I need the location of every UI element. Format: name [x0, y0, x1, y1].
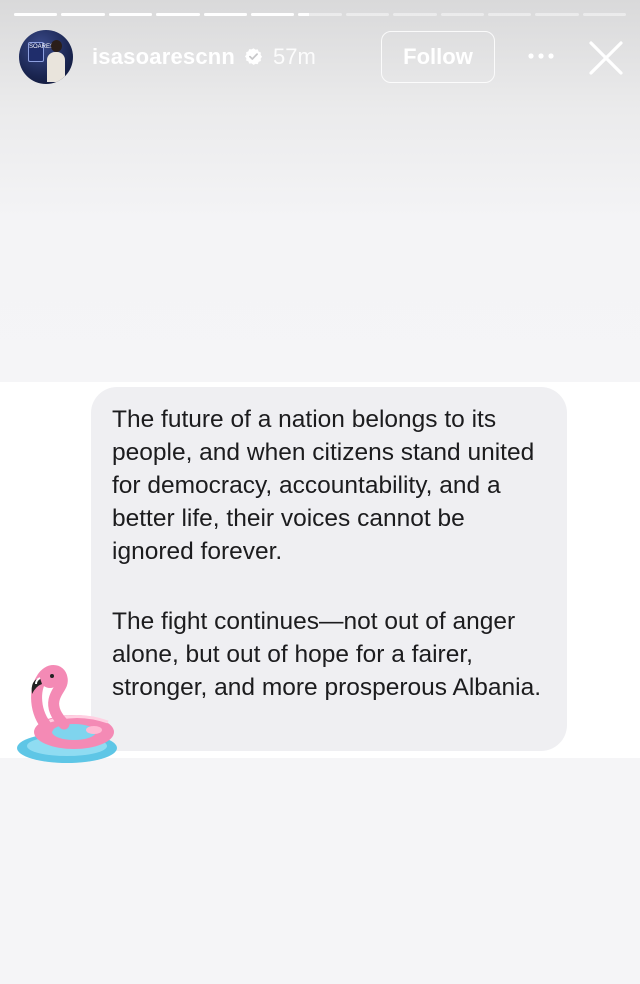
progress-segment — [250, 13, 295, 16]
message-paragraph-1: The future of a nation belongs to its pe… — [112, 406, 535, 565]
progress-segment — [535, 13, 579, 16]
post-time: 57m — [273, 44, 316, 69]
progress-segment-fill — [108, 13, 153, 16]
progress-segment-fill — [156, 13, 200, 16]
follow-button[interactable]: Follow — [381, 31, 495, 83]
progress-segment-fill — [250, 13, 295, 16]
username[interactable]: isasoarescnn — [92, 44, 235, 70]
flamingo-float-sticker[interactable] — [12, 660, 122, 770]
verified-badge-icon — [244, 48, 263, 65]
progress-segment — [440, 13, 484, 16]
avatar[interactable]: SOARES — [19, 30, 73, 84]
story-background-bottom — [0, 758, 640, 984]
progress-segment-fill — [14, 13, 58, 16]
progress-segment — [582, 13, 627, 16]
avatar-person — [47, 40, 65, 82]
progress-segment-fill — [61, 13, 105, 16]
progress-segment — [393, 13, 437, 16]
progress-segment — [345, 13, 390, 16]
message-bubble: The future of a nation belongs to its pe… — [91, 387, 567, 751]
progress-segment — [61, 13, 105, 16]
progress-segment-fill — [203, 13, 247, 16]
progress-segment — [298, 13, 342, 16]
avatar-logo: SOARES — [28, 42, 54, 62]
progress-segment — [14, 13, 58, 16]
message-paragraph-2: The fight continues—not out of anger alo… — [112, 608, 542, 701]
progress-segment — [156, 13, 200, 16]
more-options-icon[interactable] — [526, 46, 556, 66]
story-progress-bar — [14, 13, 627, 17]
progress-segment-fill — [298, 13, 310, 16]
progress-segment — [487, 13, 532, 16]
progress-segment — [108, 13, 153, 16]
progress-segment — [203, 13, 247, 16]
close-icon[interactable] — [587, 39, 625, 77]
